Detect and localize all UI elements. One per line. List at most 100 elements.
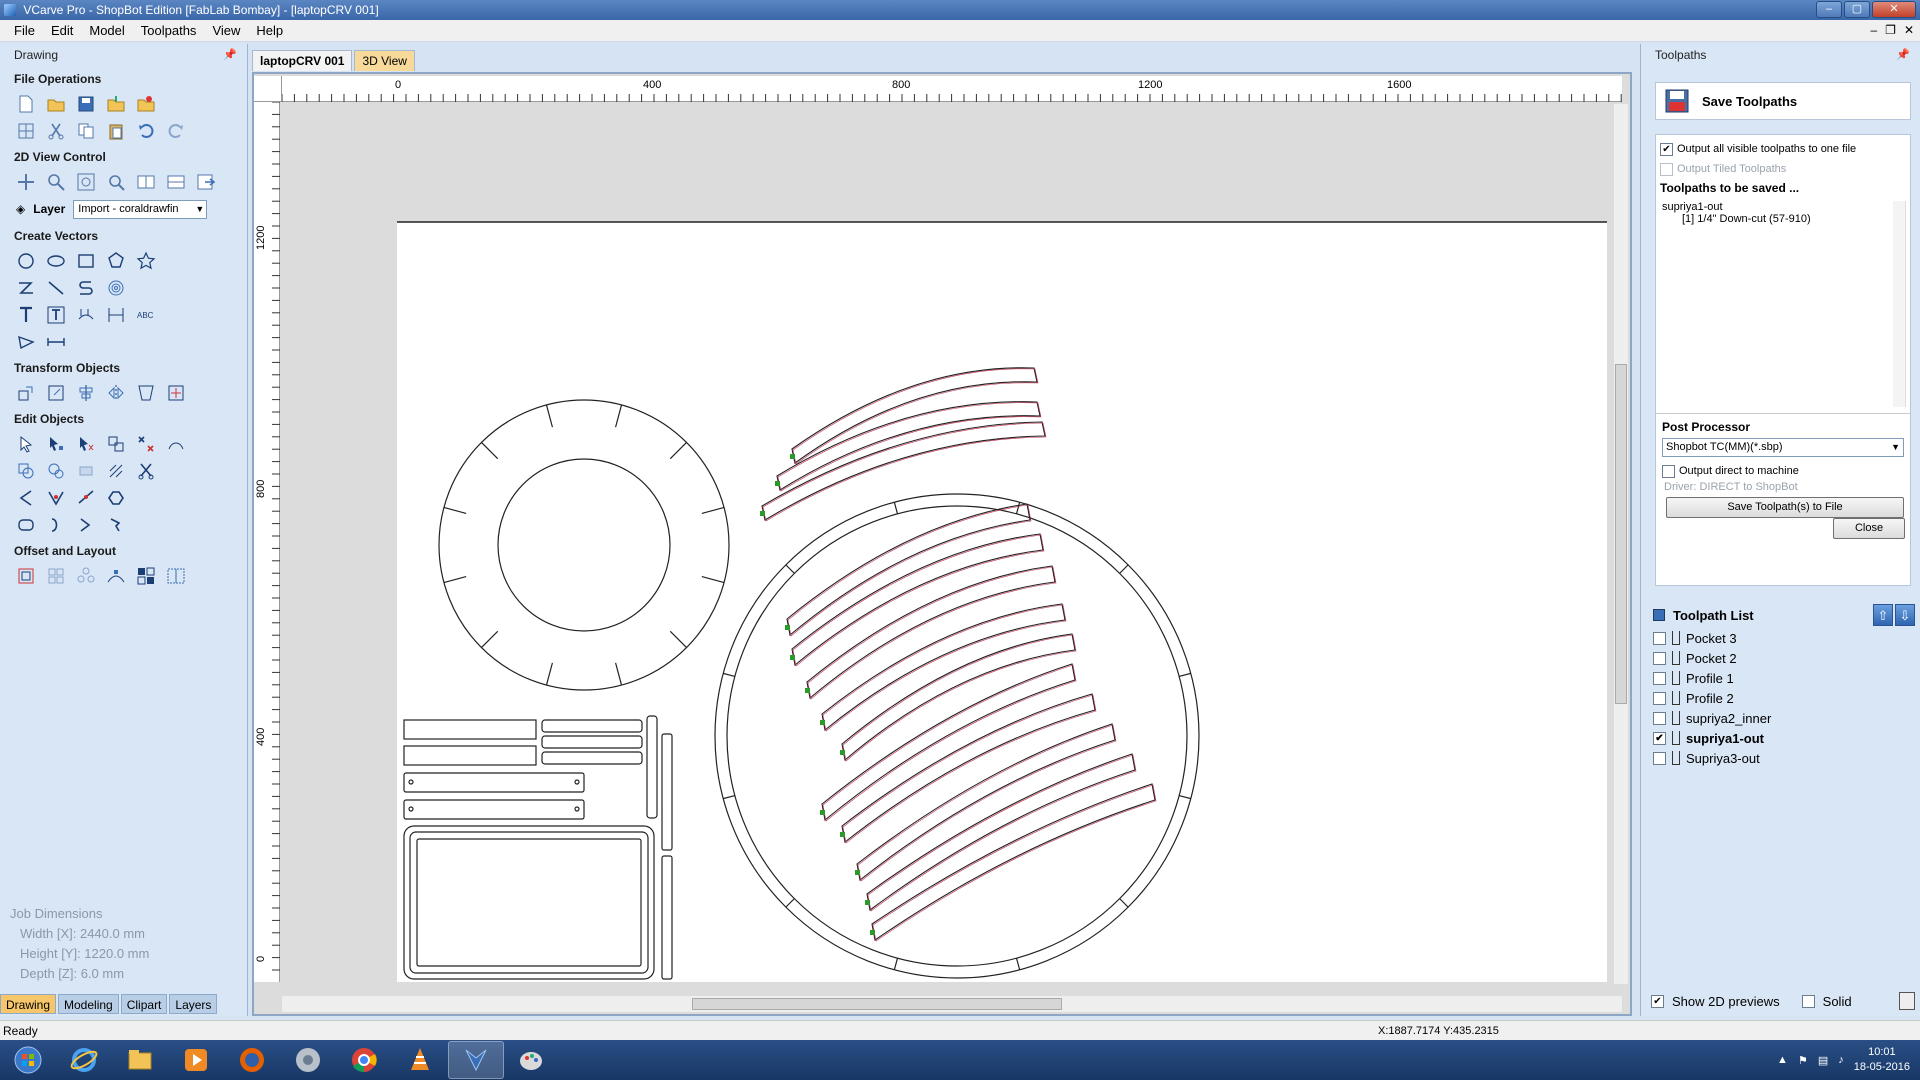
file-explorer-icon[interactable] [112,1041,168,1079]
text-box-icon[interactable] [44,303,68,327]
trim-right-icon[interactable] [74,513,98,537]
toolpath-item[interactable]: Pocket 2 [1651,648,1915,668]
set-position-icon[interactable] [164,381,188,405]
fillet-icon[interactable] [14,330,38,354]
save-toolpaths-button[interactable]: Save Toolpath(s) to File [1666,497,1904,518]
close-button[interactable]: ✕ [1872,1,1916,18]
tab-layers[interactable]: Layers [169,994,218,1014]
line-icon[interactable] [44,276,68,300]
pin-icon[interactable]: 📌 [1896,44,1910,66]
spell-check-icon[interactable]: ABC [134,303,158,327]
horizontal-scrollbar[interactable] [282,996,1622,1012]
trim-left-icon[interactable] [44,513,68,537]
toolpath-checkbox[interactable] [1653,651,1666,665]
firefox-icon[interactable] [224,1041,280,1079]
toolpath-item[interactable]: Profile 2 [1651,688,1915,708]
drawing-canvas[interactable]: 0 400 800 1200 1600 1200 800 400 0 [252,72,1632,1016]
chrome-gray-icon[interactable] [280,1041,336,1079]
show-hidden-icons-icon[interactable]: ▲ [1777,1054,1788,1066]
toolpath-checkbox[interactable] [1653,671,1666,685]
smooth-icon[interactable] [104,513,128,537]
circle-icon[interactable] [14,249,38,273]
menu-view[interactable]: View [204,20,248,42]
menu-help[interactable]: Help [248,20,291,42]
join-vectors-icon[interactable] [164,432,188,456]
tab-drawing[interactable]: Drawing [0,994,57,1014]
media-player-icon[interactable] [168,1041,224,1079]
vcarve-icon[interactable] [448,1041,504,1079]
save-file-icon[interactable] [74,92,98,116]
intersect-icon[interactable] [74,459,98,483]
chamfer-icon[interactable] [44,486,68,510]
tab-document-2d[interactable]: laptopCRV 001 [252,50,353,71]
chrome-icon[interactable] [336,1041,392,1079]
panel-options-icon[interactable] [1899,992,1915,1010]
polyline-icon[interactable] [14,276,38,300]
menu-edit[interactable]: Edit [43,20,81,42]
mdi-close-button[interactable]: ✕ [1904,23,1914,37]
toolpath-item[interactable]: Profile 1 [1651,668,1915,688]
star-icon[interactable] [134,249,158,273]
measure-icon[interactable] [44,330,68,354]
toolpath-item[interactable]: Supriya3-out [1651,748,1915,768]
import-bitmap-icon[interactable] [134,92,158,116]
toolpath-checkbox[interactable]: ✔ [1653,731,1666,745]
zoom-extents-icon[interactable] [74,170,98,194]
nesting-icon[interactable] [134,564,158,588]
cut-icon[interactable] [44,119,68,143]
select-icon[interactable] [14,432,38,456]
vlc-icon[interactable] [392,1041,448,1079]
view-tile-icon[interactable] [164,170,188,194]
menu-file[interactable]: File [6,20,43,42]
close-panel-button[interactable]: Close [1833,518,1905,539]
redo-icon[interactable] [164,119,188,143]
pin-icon[interactable]: 📌 [223,44,237,66]
copy-along-icon[interactable] [104,564,128,588]
dimension-icon[interactable] [104,303,128,327]
to-be-saved-list[interactable]: supriya1-out [1] 1/4" Down-cut (57-910) [1660,201,1906,407]
toolpath-item[interactable]: supriya2_inner [1651,708,1915,728]
text-icon[interactable] [14,303,38,327]
toolpath-checkbox[interactable] [1653,711,1666,725]
polygon-icon[interactable] [104,249,128,273]
close-vector-icon[interactable] [104,486,128,510]
offset-icon[interactable] [14,564,38,588]
paint-icon[interactable] [504,1041,560,1079]
spiral-icon[interactable] [104,276,128,300]
open-file-icon[interactable] [44,92,68,116]
post-processor-select[interactable]: Shopbot TC(MM)(*.sbp) ▼ [1662,438,1904,457]
view-export-icon[interactable] [194,170,218,194]
align-icon[interactable] [74,381,98,405]
tab-3d-view[interactable]: 3D View [354,50,415,71]
menu-model[interactable]: Model [81,20,132,42]
list-scrollbar[interactable] [1893,201,1905,407]
ruler-corner[interactable] [254,76,282,102]
scale-icon[interactable] [44,381,68,405]
mdi-restore-button[interactable]: ❐ [1885,23,1896,37]
array-copy-icon[interactable] [44,564,68,588]
internet-explorer-icon[interactable] [56,1041,112,1079]
output-all-checkbox[interactable]: ✔ [1660,142,1673,156]
new-file-icon[interactable] [14,92,38,116]
volume-icon[interactable]: ♪ [1838,1054,1844,1066]
offset-vector-icon[interactable] [14,513,38,537]
view-split-icon[interactable] [134,170,158,194]
toolpath-checkbox[interactable] [1653,631,1666,645]
drawing-area[interactable] [282,104,1612,982]
mdi-minimize-button[interactable]: – [1870,23,1877,37]
extend-icon[interactable] [74,486,98,510]
layer-select[interactable]: Import - coraldrawfin ▼ [73,199,208,219]
copy-icon[interactable] [74,119,98,143]
zoom-box-icon[interactable] [44,170,68,194]
clock[interactable]: 10:01 18-05-2016 [1854,1045,1910,1075]
toolpath-item[interactable]: Pocket 3 [1651,628,1915,648]
toolpath-checkbox[interactable] [1653,751,1666,765]
curve-icon[interactable] [74,276,98,300]
show-previews-checkbox[interactable]: ✔ [1651,994,1664,1008]
zoom-out-icon[interactable] [104,170,128,194]
scissors-icon[interactable] [134,459,158,483]
output-direct-checkbox[interactable] [1662,464,1675,478]
maximize-button[interactable]: ▢ [1844,1,1870,18]
start-button[interactable] [0,1041,56,1079]
move-up-icon[interactable]: ⇧ [1873,604,1893,626]
